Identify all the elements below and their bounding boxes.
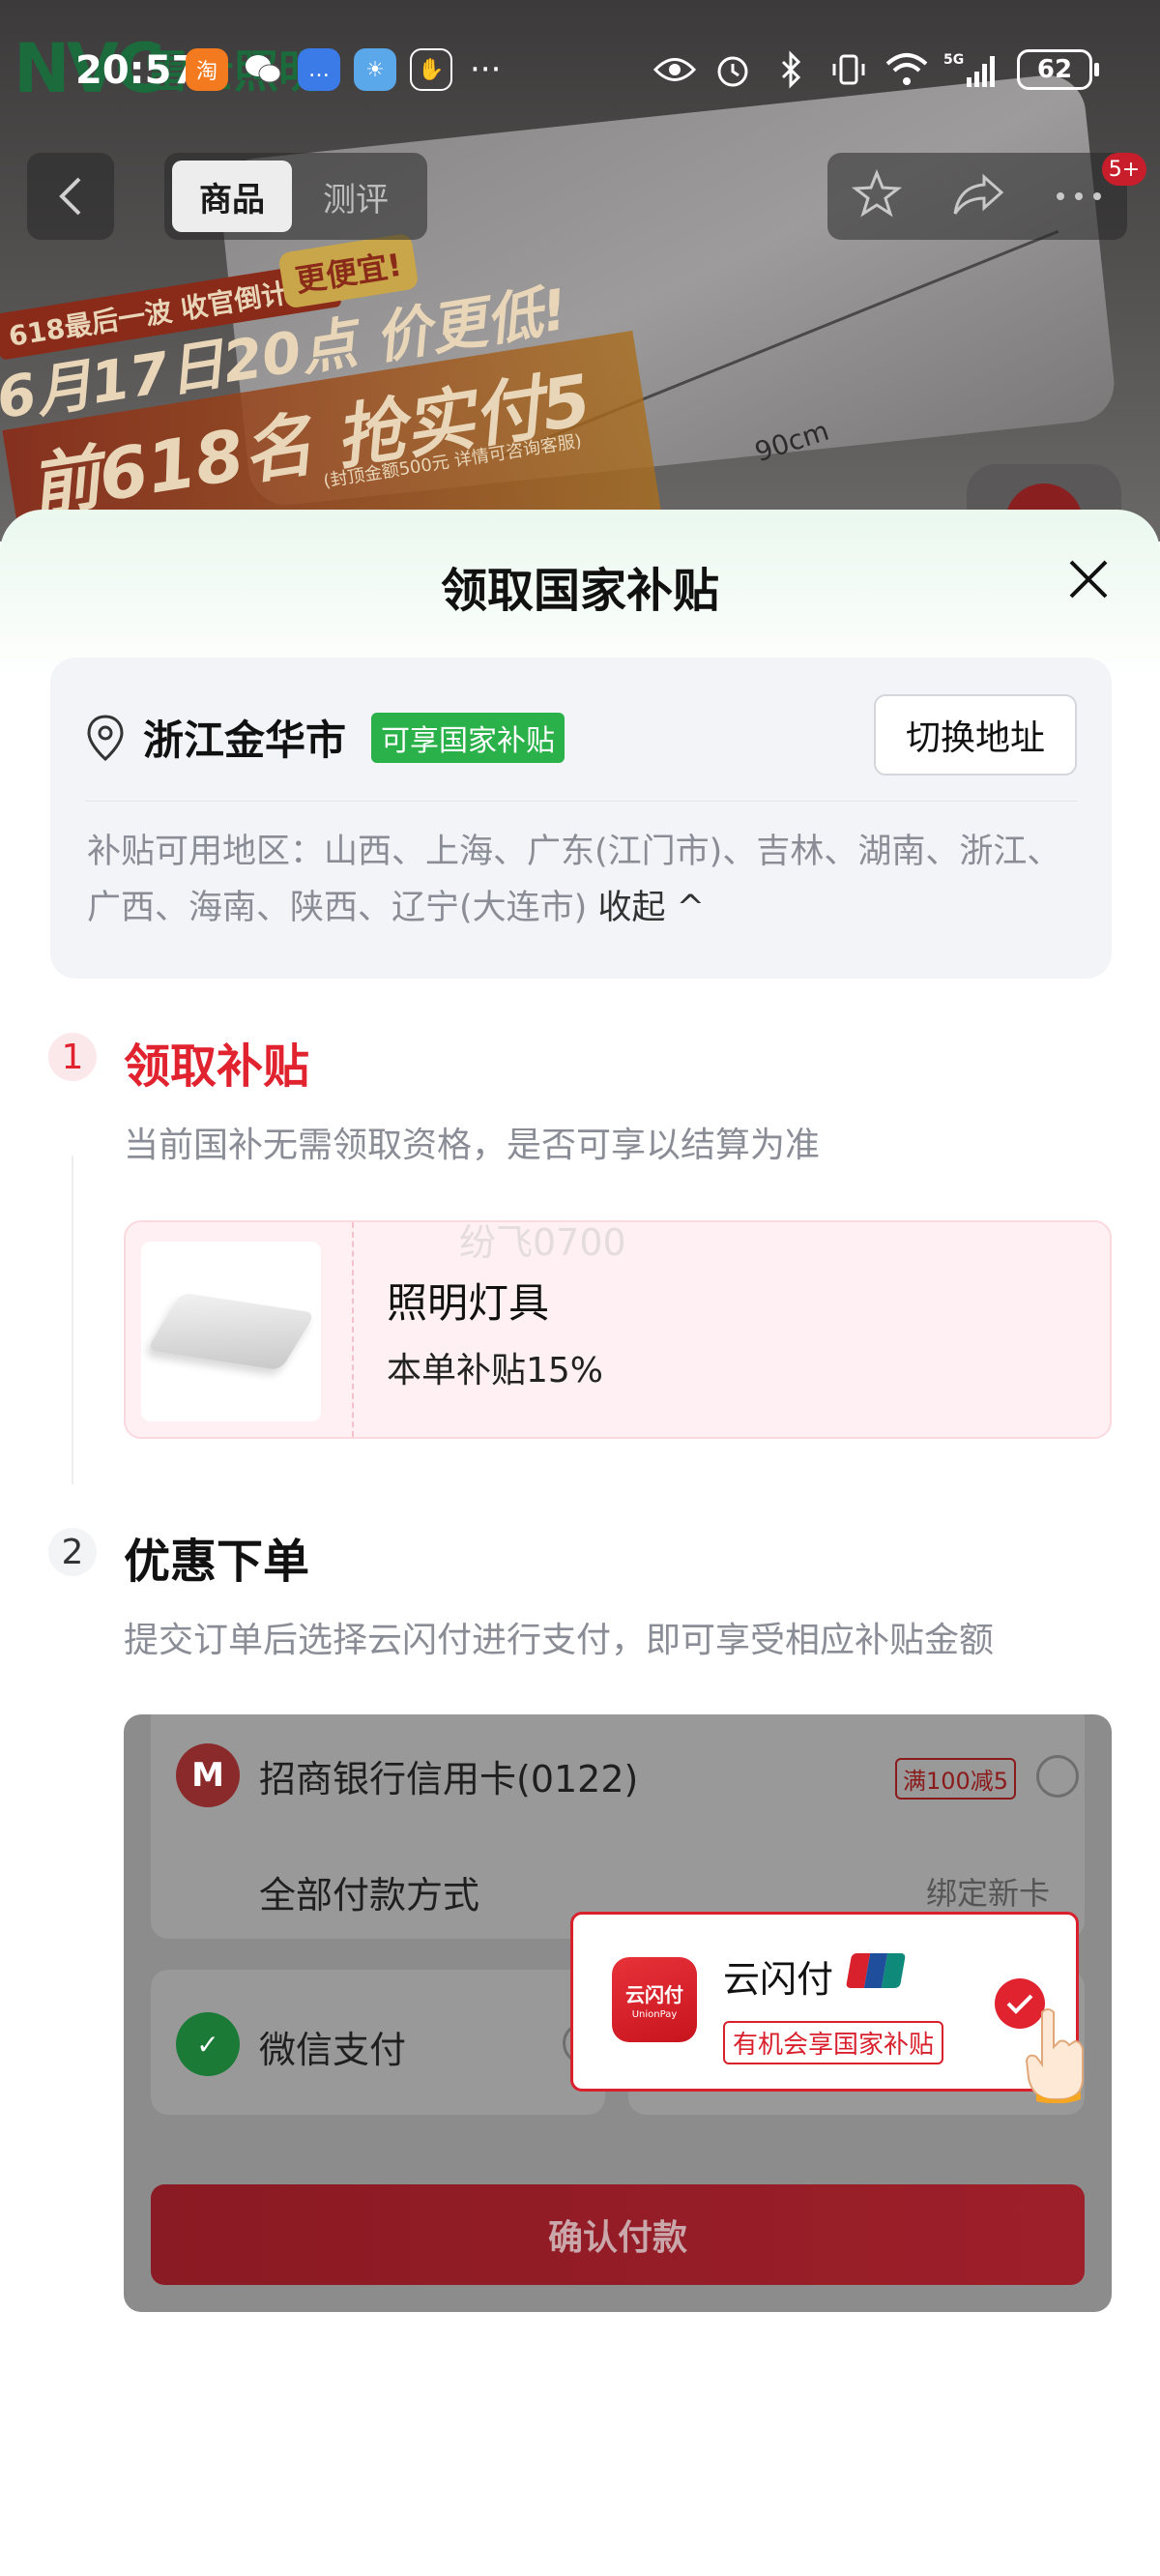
status-bar: 20:57 淘 … ☀ ✋ ··· 5G 62	[0, 0, 1160, 141]
location-pin-icon	[87, 714, 124, 761]
hand-app-icon: ✋	[410, 48, 452, 91]
bank-card-name: 招商银行信用卡(0122)	[259, 1758, 639, 1800]
wechat-pay-icon: ✓	[176, 2012, 240, 2076]
wifi-icon	[885, 48, 928, 91]
sheet-title: 领取国家补贴	[440, 564, 719, 618]
nav-actions	[827, 153, 1127, 240]
step1-description: 当前国补无需领取资格，是否可享以结算为准	[124, 1126, 821, 1165]
step1-number: 1	[48, 1033, 97, 1081]
more-notifications-icon: ···	[470, 50, 502, 89]
watermark: 纷飞0700	[459, 1221, 626, 1264]
address-city: 浙江金华市	[143, 717, 347, 764]
address-divider	[85, 801, 1077, 802]
close-button[interactable]	[1061, 552, 1116, 606]
subsidy-area-text: 补贴可用地区：山西、上海、广东(江门市)、吉林、湖南、浙江、广西、海南、陕西、辽…	[87, 824, 1073, 936]
battery-indicator: 62	[1017, 49, 1099, 90]
pointing-hand-icon	[1021, 2006, 1088, 2104]
product-category: 照明灯具	[387, 1279, 550, 1327]
status-time: 20:57	[75, 48, 199, 93]
step2-title: 优惠下单	[124, 1535, 310, 1589]
address-row: 浙江金华市 可享国家补贴	[85, 708, 566, 767]
tab-product[interactable]: 商品	[172, 161, 292, 232]
taobao-app-icon: 淘	[186, 48, 228, 91]
unionpay-option-highlight: 云闪付 UnionPay 云闪付 有机会享国家补贴	[570, 1912, 1079, 2092]
bank-radio	[1036, 1755, 1079, 1798]
wechat-pay-label: 微信支付	[259, 2029, 407, 2071]
bank-card-option: M 招商银行信用卡(0122) 满100减5 全部付款方式 绑定新卡 >	[151, 1714, 1085, 1950]
bank-promo-tag: 满100减5	[895, 1758, 1017, 1800]
all-payment-methods: 全部付款方式	[259, 1874, 480, 1917]
subsidy-eligible-tag: 可享国家补贴	[371, 712, 566, 763]
more-options-icon[interactable]	[1055, 188, 1103, 206]
wechat-app-icon	[242, 48, 284, 91]
close-icon	[1069, 560, 1108, 599]
weather-app-icon: ☀	[354, 48, 396, 91]
promo-banner: 618最后一波 收官倒计时! 更便宜! 6月17日20点 价更低! 前618名 …	[0, 216, 666, 542]
vibrate-icon	[827, 48, 870, 91]
page-tabs: 商品 测评	[164, 153, 427, 240]
chevron-left-icon	[59, 177, 81, 216]
collapse-link[interactable]: 收起 ^	[597, 889, 704, 927]
lamp-image	[146, 1292, 316, 1371]
area-prefix: 补贴可用地区：	[87, 833, 325, 871]
coupon-perforation	[352, 1222, 354, 1437]
unionpay-app-icon: 云闪付 UnionPay	[612, 1957, 697, 2042]
step1-title: 领取补贴	[124, 1039, 310, 1094]
bluetooth-icon	[769, 48, 812, 91]
share-icon[interactable]	[951, 171, 1005, 221]
unionpay-badge-icon	[845, 1953, 907, 1988]
wechat-pay-option: ✓ 微信支付	[151, 1970, 605, 2115]
back-button[interactable]	[27, 153, 114, 240]
alarm-icon	[711, 48, 754, 91]
confirm-payment-button: 确认付款	[151, 2184, 1085, 2285]
unionpay-label: 云闪付	[723, 1958, 834, 2001]
message-app-icon: …	[298, 48, 340, 91]
system-icons: 5G 62	[653, 48, 1099, 91]
step2-number: 2	[48, 1528, 97, 1576]
unionpay-promo-tag: 有机会享国家补贴	[723, 2021, 944, 2064]
switch-address-button[interactable]: 切换地址	[874, 694, 1077, 776]
signal-icon: 5G	[943, 48, 1001, 91]
step2-description: 提交订单后选择云闪付进行支付，即可享受相应补贴金额	[124, 1621, 995, 1660]
address-card: 浙江金华市 可享国家补贴 切换地址 补贴可用地区：山西、上海、广东(江门市)、吉…	[50, 658, 1112, 979]
tab-review[interactable]: 测评	[292, 173, 420, 220]
favorite-star-icon[interactable]	[852, 168, 903, 223]
subsidy-sheet: 领取国家补贴 浙江金华市 可享国家补贴 切换地址 补贴可用地区：山西、上海、广东…	[0, 510, 1160, 2576]
svg-text:5G: 5G	[943, 52, 964, 68]
notification-icons: 淘 … ☀ ✋ ···	[186, 48, 501, 91]
cmb-bank-icon: M	[176, 1743, 240, 1807]
message-badge: 5+	[1102, 153, 1146, 186]
step-connector-line	[72, 1156, 73, 1484]
eye-icon	[653, 48, 696, 91]
product-thumbnail	[141, 1242, 321, 1421]
subsidy-rate: 本单补贴15%	[387, 1351, 604, 1390]
